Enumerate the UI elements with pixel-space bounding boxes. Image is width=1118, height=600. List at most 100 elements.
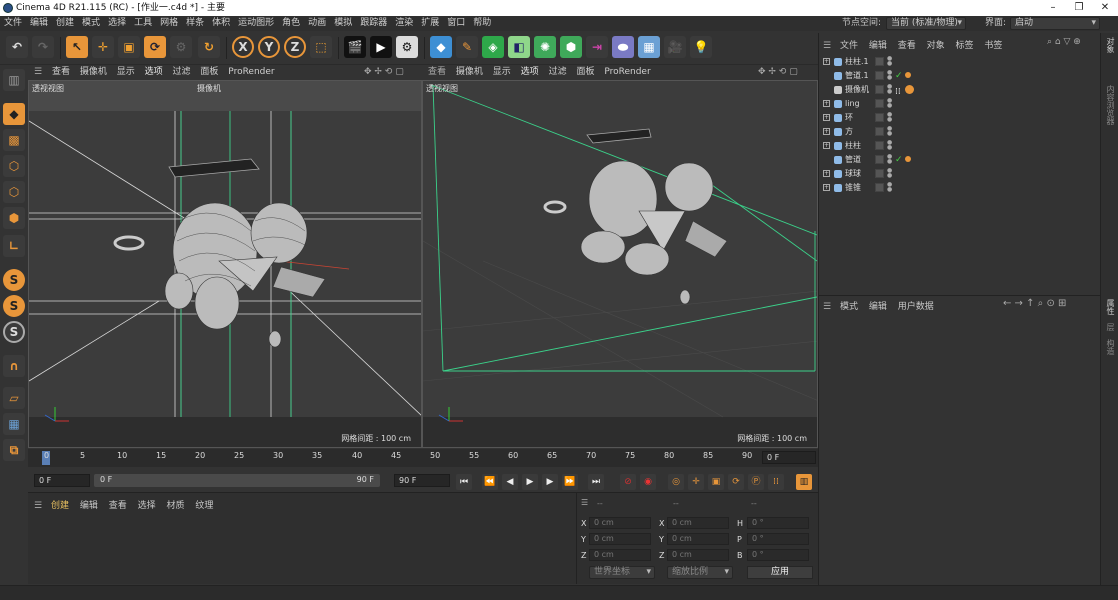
menu-tracker[interactable]: 跟踪器 <box>356 16 391 31</box>
material-menu-edit[interactable]: 编辑 <box>80 501 98 511</box>
planar-workplane-icon[interactable]: ⧉ <box>3 439 25 461</box>
vp-left-menu-display[interactable]: 显示 <box>117 67 135 77</box>
left-viewport-camera-label[interactable]: 摄像机 <box>197 83 221 94</box>
menu-tools[interactable]: 工具 <box>130 16 156 31</box>
pen-icon[interactable]: ✎ <box>456 36 478 58</box>
play-icon[interactable]: ▶ <box>522 474 538 490</box>
menu-render[interactable]: 渲染 <box>391 16 417 31</box>
material-menu-texture[interactable]: 纹理 <box>195 501 213 511</box>
vp-left-menu-options[interactable]: 选项 <box>145 67 163 77</box>
deformer-icon[interactable]: ⇥ <box>586 36 608 58</box>
vp-left-nav-icons[interactable]: ✥ ✢ ⟲ ▢ <box>364 65 404 79</box>
y-axis-lock-button[interactable]: Y <box>258 36 280 58</box>
go-to-end-icon[interactable]: ⏭ <box>588 474 604 490</box>
timeline-ruler[interactable]: 0 5 10 15 20 25 30 35 40 45 50 55 60 65 … <box>28 449 818 467</box>
coordinate-system-icon[interactable]: ⬚ <box>310 36 332 58</box>
object-row[interactable]: + 环 ● ● <box>819 111 1101 125</box>
object-row[interactable]: 摄像机 ● ● ⁞⁞ <box>819 83 1101 97</box>
key-rotation-icon[interactable]: ⟳ <box>728 474 744 490</box>
bend-icon[interactable]: ✺ <box>534 36 556 58</box>
array-icon[interactable]: ◧ <box>508 36 530 58</box>
object-row[interactable]: + ling ● ● <box>819 97 1101 111</box>
current-frame-field[interactable]: 0 F <box>762 451 816 464</box>
am-menu-mode[interactable]: 模式 <box>840 302 858 312</box>
subdivision-icon[interactable]: ◈ <box>482 36 504 58</box>
material-menu-create[interactable]: 创建 <box>51 501 69 511</box>
vp-right-menu-prorender[interactable]: ProRender <box>604 67 650 77</box>
menu-mode[interactable]: 模式 <box>78 16 104 31</box>
recent-tool-icon[interactable]: ⚙ <box>170 36 192 58</box>
object-row[interactable]: 管道 ● ● ✓ <box>819 153 1101 167</box>
key-param-icon[interactable]: Ⓟ <box>748 474 764 490</box>
axis-mode-icon[interactable]: ∟ <box>3 235 25 257</box>
snap-3d-icon[interactable]: S <box>3 321 25 343</box>
previous-frame-icon[interactable]: ◀ <box>502 474 518 490</box>
rotation-b-field[interactable]: 0 ° <box>747 549 809 561</box>
texture-mode-icon[interactable]: ▩ <box>3 129 25 151</box>
go-to-start-icon[interactable]: ⏮ <box>456 474 472 490</box>
end-frame-field[interactable]: 90 F <box>394 474 450 487</box>
menu-character[interactable]: 角色 <box>278 16 304 31</box>
layout-dropdown[interactable]: 启动 <box>1010 17 1100 30</box>
rotate-icon[interactable]: ⟳ <box>144 36 166 58</box>
menu-volume[interactable]: 体积 <box>208 16 234 31</box>
render-picture-viewer-icon[interactable]: ▶ <box>370 36 392 58</box>
left-viewport[interactable]: 透视视图 摄像机 网格间距 : 100 cm <box>28 80 422 448</box>
node-space-dropdown[interactable]: 当前 (标准/物理) <box>886 17 966 30</box>
om-menu-edit[interactable]: 编辑 <box>869 41 887 51</box>
tab-structure[interactable]: 构造 <box>1105 339 1116 355</box>
next-key-icon[interactable]: ⏩ <box>562 474 578 490</box>
menu-simulate[interactable]: 模拟 <box>330 16 356 31</box>
vp-left-menu-panel[interactable]: 面板 <box>200 67 218 77</box>
next-frame-icon[interactable]: ▶ <box>542 474 558 490</box>
menu-extensions[interactable]: 扩展 <box>417 16 443 31</box>
om-menu-file[interactable]: 文件 <box>840 41 858 51</box>
live-select-icon[interactable]: ↻ <box>198 36 220 58</box>
object-row[interactable]: + 锥锥 ● ● <box>819 181 1101 195</box>
vp-right-menu-options[interactable]: 选项 <box>521 67 539 77</box>
vp-left-menu-filter[interactable]: 过滤 <box>173 67 191 77</box>
mograph-icon[interactable]: ⬢ <box>560 36 582 58</box>
key-selection-icon[interactable]: ◎ <box>668 474 684 490</box>
key-pla-icon[interactable]: ⁞⁞ <box>768 474 784 490</box>
cube-icon[interactable]: ◆ <box>430 36 452 58</box>
previous-key-icon[interactable]: ⏪ <box>482 474 498 490</box>
move-icon[interactable]: ✛ <box>92 36 114 58</box>
render-view-icon[interactable]: 🎬 <box>344 36 366 58</box>
coord-space-dropdown[interactable]: 世界坐标 <box>589 566 655 579</box>
size-y-field[interactable]: 0 cm <box>667 533 729 545</box>
z-axis-lock-button[interactable]: Z <box>284 36 306 58</box>
tab-attributes[interactable]: 属性 <box>1105 299 1116 315</box>
vp-left-menu-camera[interactable]: 摄像机 <box>80 67 107 77</box>
apply-button[interactable]: 应用 <box>747 566 813 579</box>
vp-right-menu-view[interactable]: 查看 <box>428 67 446 77</box>
material-menu-material[interactable]: 材质 <box>167 501 185 511</box>
field-icon[interactable]: ⬬ <box>612 36 634 58</box>
tab-objects[interactable]: 对象 <box>1105 37 1116 53</box>
maximize-button[interactable]: ❐ <box>1066 0 1092 16</box>
om-menu-view[interactable]: 查看 <box>898 41 916 51</box>
om-menu-tags[interactable]: 标签 <box>956 41 974 51</box>
camera-icon[interactable]: 🎥 <box>664 36 686 58</box>
point-mode-icon[interactable]: ⬡ <box>3 155 25 177</box>
x-axis-lock-button[interactable]: X <box>232 36 254 58</box>
vp-right-menu-filter[interactable]: 过滤 <box>549 67 567 77</box>
menu-mesh[interactable]: 网格 <box>156 16 182 31</box>
key-scale-icon[interactable]: ▣ <box>708 474 724 490</box>
scale-icon[interactable]: ▣ <box>118 36 140 58</box>
object-row[interactable]: + 柱柱 ● ● <box>819 139 1101 153</box>
render-settings-icon[interactable]: ⚙ <box>396 36 418 58</box>
floor-icon[interactable]: ▦ <box>638 36 660 58</box>
menu-help[interactable]: 帮助 <box>469 16 495 31</box>
record-keys-icon[interactable]: ⊘ <box>620 474 636 490</box>
am-menu-userdata[interactable]: 用户数据 <box>898 302 934 312</box>
key-position-icon[interactable]: ✛ <box>688 474 704 490</box>
minimize-button[interactable]: – <box>1040 0 1066 16</box>
menu-edit[interactable]: 编辑 <box>26 16 52 31</box>
menu-mograph[interactable]: 运动图形 <box>234 16 278 31</box>
redo-icon[interactable]: ↷ <box>32 36 54 58</box>
menu-file[interactable]: 文件 <box>0 16 26 31</box>
coord-scale-dropdown[interactable]: 缩放比例 <box>667 566 733 579</box>
tab-content-browser[interactable]: 内容浏览器 <box>1105 85 1116 125</box>
menu-spline[interactable]: 样条 <box>182 16 208 31</box>
